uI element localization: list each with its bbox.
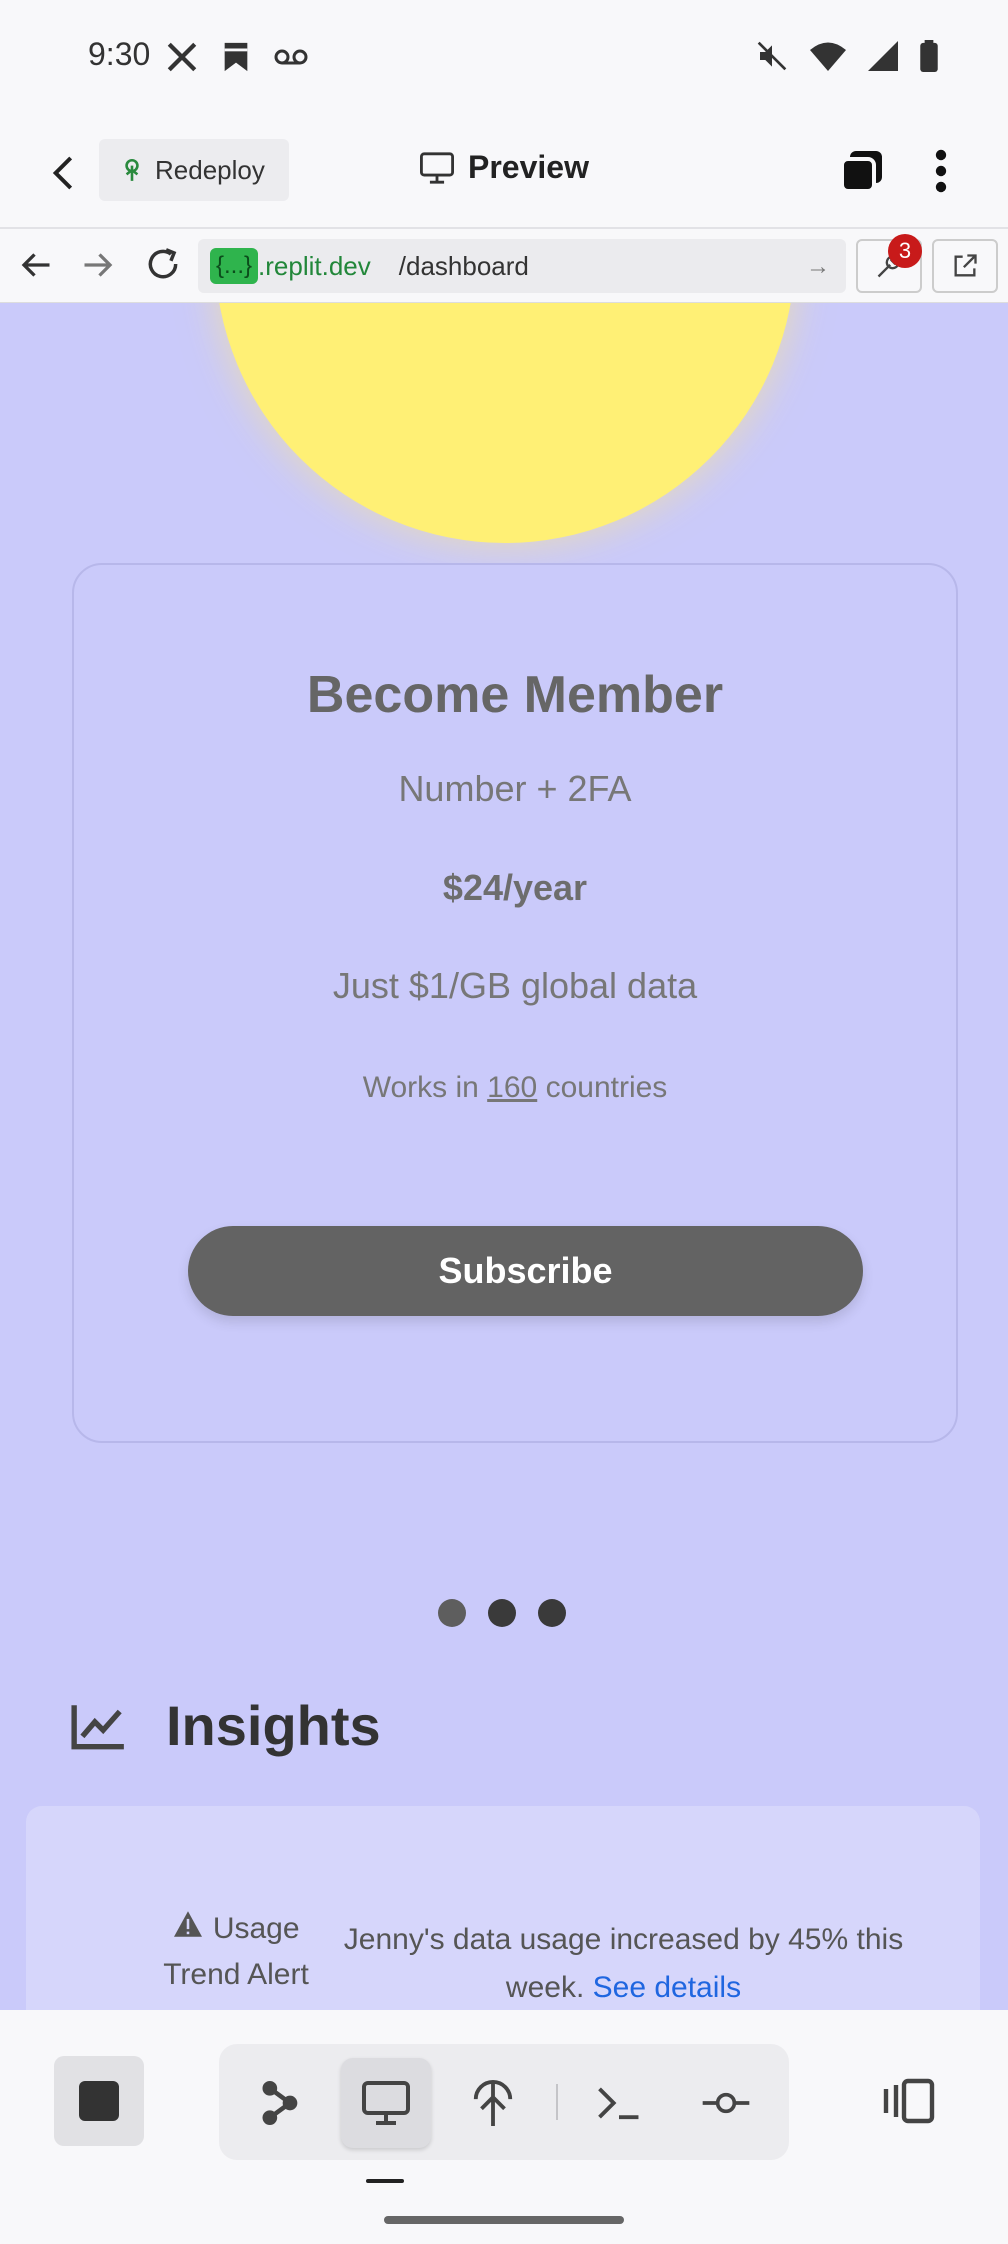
voicemail-icon [274, 49, 308, 65]
mute-icon [757, 41, 787, 71]
alert-label-line2: Trend Alert [163, 1958, 309, 1991]
carousel-dots [438, 1599, 566, 1627]
stacked-squares-icon [840, 151, 882, 193]
toolbar-divider [556, 2084, 558, 2120]
signal-icon [868, 41, 898, 71]
card-title: Become Member [306, 666, 724, 724]
insights-header: Insights [70, 1693, 381, 1758]
url-go-icon[interactable]: → [806, 253, 830, 281]
card-data-rate: Just $1/GB global data [332, 965, 698, 1006]
carousel-dot[interactable] [538, 1599, 566, 1627]
alert-label: Usage Trend Alert [126, 1906, 346, 1998]
url-domain: .replit.dev [258, 250, 371, 281]
bottom-toolbar [0, 2010, 1008, 2244]
tabs-button[interactable] [838, 147, 886, 195]
status-notification-icons [165, 40, 309, 74]
monitor-icon [420, 151, 454, 184]
arrow-left-icon [21, 253, 50, 277]
nodes-icon [262, 2081, 298, 2125]
chevron-left-icon [52, 156, 73, 190]
reload-button[interactable] [144, 245, 182, 288]
preview-label: Preview [468, 149, 589, 185]
wifi-icon [810, 42, 846, 71]
sun-decoration [215, 303, 795, 543]
warning-icon [174, 1911, 203, 1937]
reload-icon [148, 248, 178, 279]
split-view-icon [883, 2078, 935, 2124]
open-external-button[interactable] [932, 239, 998, 293]
deploy-icon [473, 2080, 513, 2126]
git-commit-icon [702, 2092, 750, 2114]
selected-tool-indicator [366, 2179, 404, 2183]
terminal-icon [598, 2087, 639, 2120]
back-button[interactable] [44, 151, 84, 195]
preview-title: Preview [420, 149, 589, 186]
preview-tool-button[interactable] [341, 2058, 431, 2148]
alert-text: Jenny's data usage increased by 45% this… [336, 1916, 911, 2010]
agent-tool-button[interactable] [234, 2058, 324, 2148]
more-vertical-icon [935, 149, 947, 193]
tool-group [219, 2044, 789, 2160]
arrow-right-icon [84, 253, 113, 277]
app-bar: Redeploy Preview [0, 115, 1008, 229]
battery-icon [920, 40, 938, 72]
see-details-link[interactable]: See details [593, 1971, 741, 2004]
web-content: Become Member Number + 2FA $24/year Just… [0, 303, 1008, 2010]
url-field[interactable]: {...} .replit.dev /dashboard → [198, 239, 846, 293]
browser-forward-button[interactable] [80, 247, 116, 288]
card-subtitle: Number + 2FA [398, 768, 632, 809]
redeploy-label: Redeploy [155, 154, 265, 185]
redeploy-button[interactable]: Redeploy [99, 139, 289, 201]
x-icon [167, 42, 197, 72]
bookmark-icon [224, 42, 248, 72]
external-link-icon [954, 254, 977, 277]
subscribe-button[interactable]: Subscribe [188, 1226, 863, 1316]
status-system-icons [756, 40, 938, 72]
deploy-icon [125, 158, 139, 181]
home-handle[interactable] [384, 2216, 624, 2224]
stop-icon [79, 2081, 119, 2121]
carousel-dot[interactable] [438, 1599, 466, 1627]
shell-tool-button[interactable] [574, 2058, 664, 2148]
git-tool-button[interactable] [681, 2058, 771, 2148]
card-countries: Works in 160 countries [74, 1071, 956, 1105]
monitor-icon [362, 2081, 410, 2125]
status-time: 9:30 [88, 36, 151, 72]
stop-button[interactable] [54, 2056, 144, 2146]
devtools-badge: 3 [888, 234, 922, 268]
browser-bar: {...} .replit.dev /dashboard → 3 [0, 229, 1008, 303]
deploy-tool-button[interactable] [448, 2058, 538, 2148]
more-options-button[interactable] [924, 147, 958, 195]
countries-count[interactable]: 160 [487, 1071, 537, 1104]
layout-toggle-button[interactable] [868, 2056, 948, 2146]
insight-card: Usage Trend Alert Jenny's data usage inc… [26, 1806, 980, 2010]
url-path: /dashboard [398, 250, 529, 281]
insights-title: Insights [166, 1694, 381, 1757]
url-badge: {...} [210, 248, 259, 284]
card-price: $24/year [442, 867, 588, 908]
countries-suffix: countries [545, 1071, 668, 1104]
carousel-dot[interactable] [488, 1599, 516, 1627]
status-bar: 9:30 [0, 0, 1008, 115]
chart-line-icon [71, 1704, 124, 1749]
alert-label-line1: Usage [212, 1912, 300, 1945]
membership-card: Become Member Number + 2FA $24/year Just… [72, 563, 958, 1443]
countries-prefix: Works in [362, 1071, 479, 1104]
browser-back-button[interactable] [18, 247, 54, 288]
